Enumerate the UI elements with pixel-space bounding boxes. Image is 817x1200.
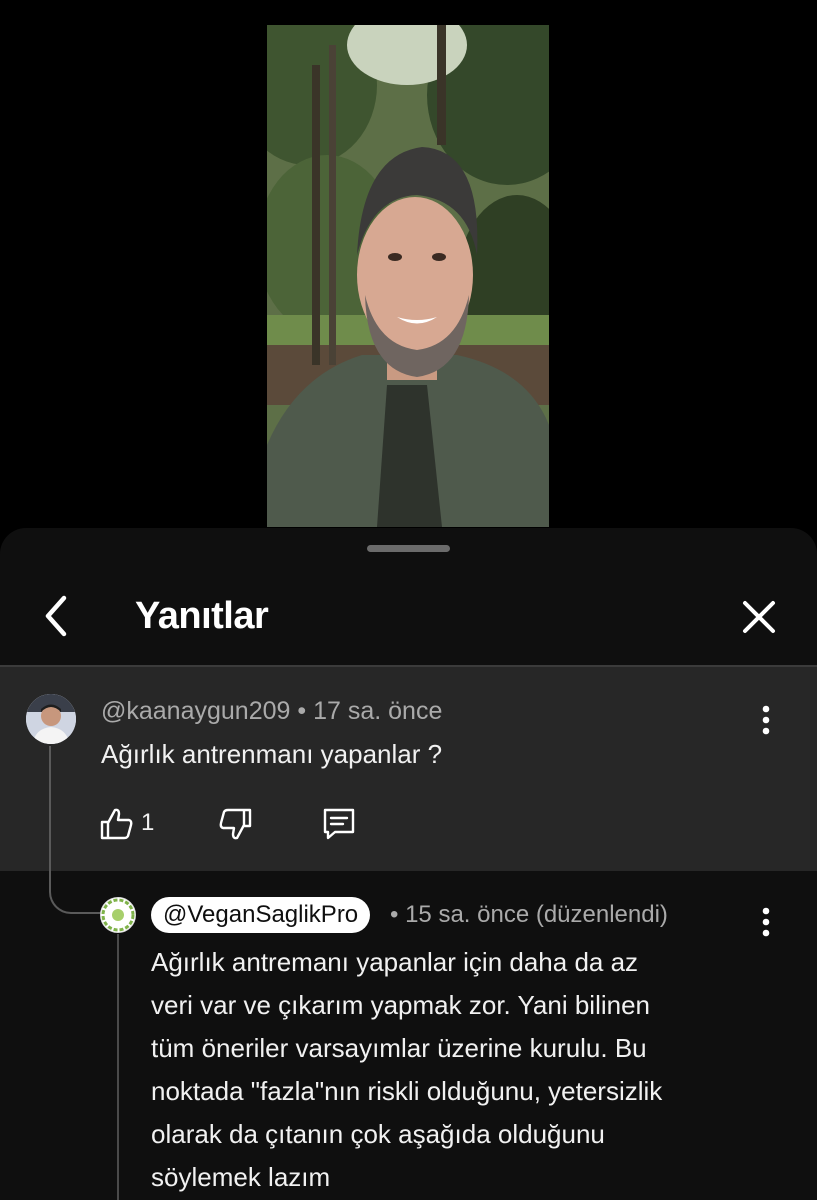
comment-meta: @kaanaygun209 • 17 sa. önce: [101, 697, 442, 726]
avatar[interactable]: [26, 694, 76, 744]
reply-text-line: olarak da çıtanın çok aşağıda olduğunu: [151, 1119, 605, 1149]
reply-button[interactable]: [319, 804, 359, 844]
back-button[interactable]: [36, 592, 80, 640]
more-options-button[interactable]: [752, 700, 780, 740]
more-vert-icon: [762, 705, 770, 735]
reply-thread-line: [117, 934, 119, 1200]
meta-separator: •: [297, 697, 307, 725]
like-button[interactable]: [97, 804, 137, 844]
thumbs-down-icon: [219, 808, 252, 840]
close-button[interactable]: [736, 594, 782, 640]
meta-separator: •: [390, 901, 399, 928]
user-avatar-image: [26, 694, 76, 744]
reply-text-line: tüm öneriler varsayımlar üzerine kurulu.…: [151, 1033, 647, 1063]
reply-text-line: Ağırlık antremanı yapanlar için daha da …: [151, 947, 639, 977]
reply-text-line: noktada "fazla"nın riskli olduğunu, yete…: [151, 1076, 663, 1106]
comment-author[interactable]: @kaanaygun209: [101, 697, 290, 725]
channel-avatar-image: [101, 898, 135, 932]
more-vert-icon: [762, 907, 770, 937]
reply-text: Ağırlık antremanı yapanlar için daha da …: [151, 941, 791, 1199]
comment-text: Ağırlık antrenmanı yapanlar ?: [101, 739, 443, 769]
comment-time: 15 sa. önce (düzenlendi): [405, 901, 668, 928]
close-icon: [743, 601, 775, 633]
comment-meta: • 15 sa. önce (düzenlendi): [390, 901, 668, 929]
video-frame-image: [267, 25, 549, 527]
sheet-title: Yanıtlar: [135, 595, 269, 637]
reply-text-line: söylemek lazım: [151, 1162, 331, 1192]
more-options-button[interactable]: [752, 902, 780, 942]
reply-text-line: veri var ve çıkarım yapmak zor. Yani bil…: [151, 990, 651, 1020]
comment-time: 17 sa. önce: [313, 697, 443, 725]
dislike-button[interactable]: [215, 804, 255, 844]
thread-connector: [49, 746, 103, 914]
thumbs-up-icon: [100, 808, 133, 840]
author-mention-chip[interactable]: @VeganSaglikPro: [151, 897, 371, 933]
video-player[interactable]: [267, 25, 549, 527]
reply-comment-icon: [323, 808, 355, 840]
drag-handle[interactable]: [367, 545, 450, 552]
like-count: 1: [141, 809, 155, 836]
back-arrow-icon: [45, 595, 67, 637]
avatar[interactable]: [100, 897, 136, 933]
